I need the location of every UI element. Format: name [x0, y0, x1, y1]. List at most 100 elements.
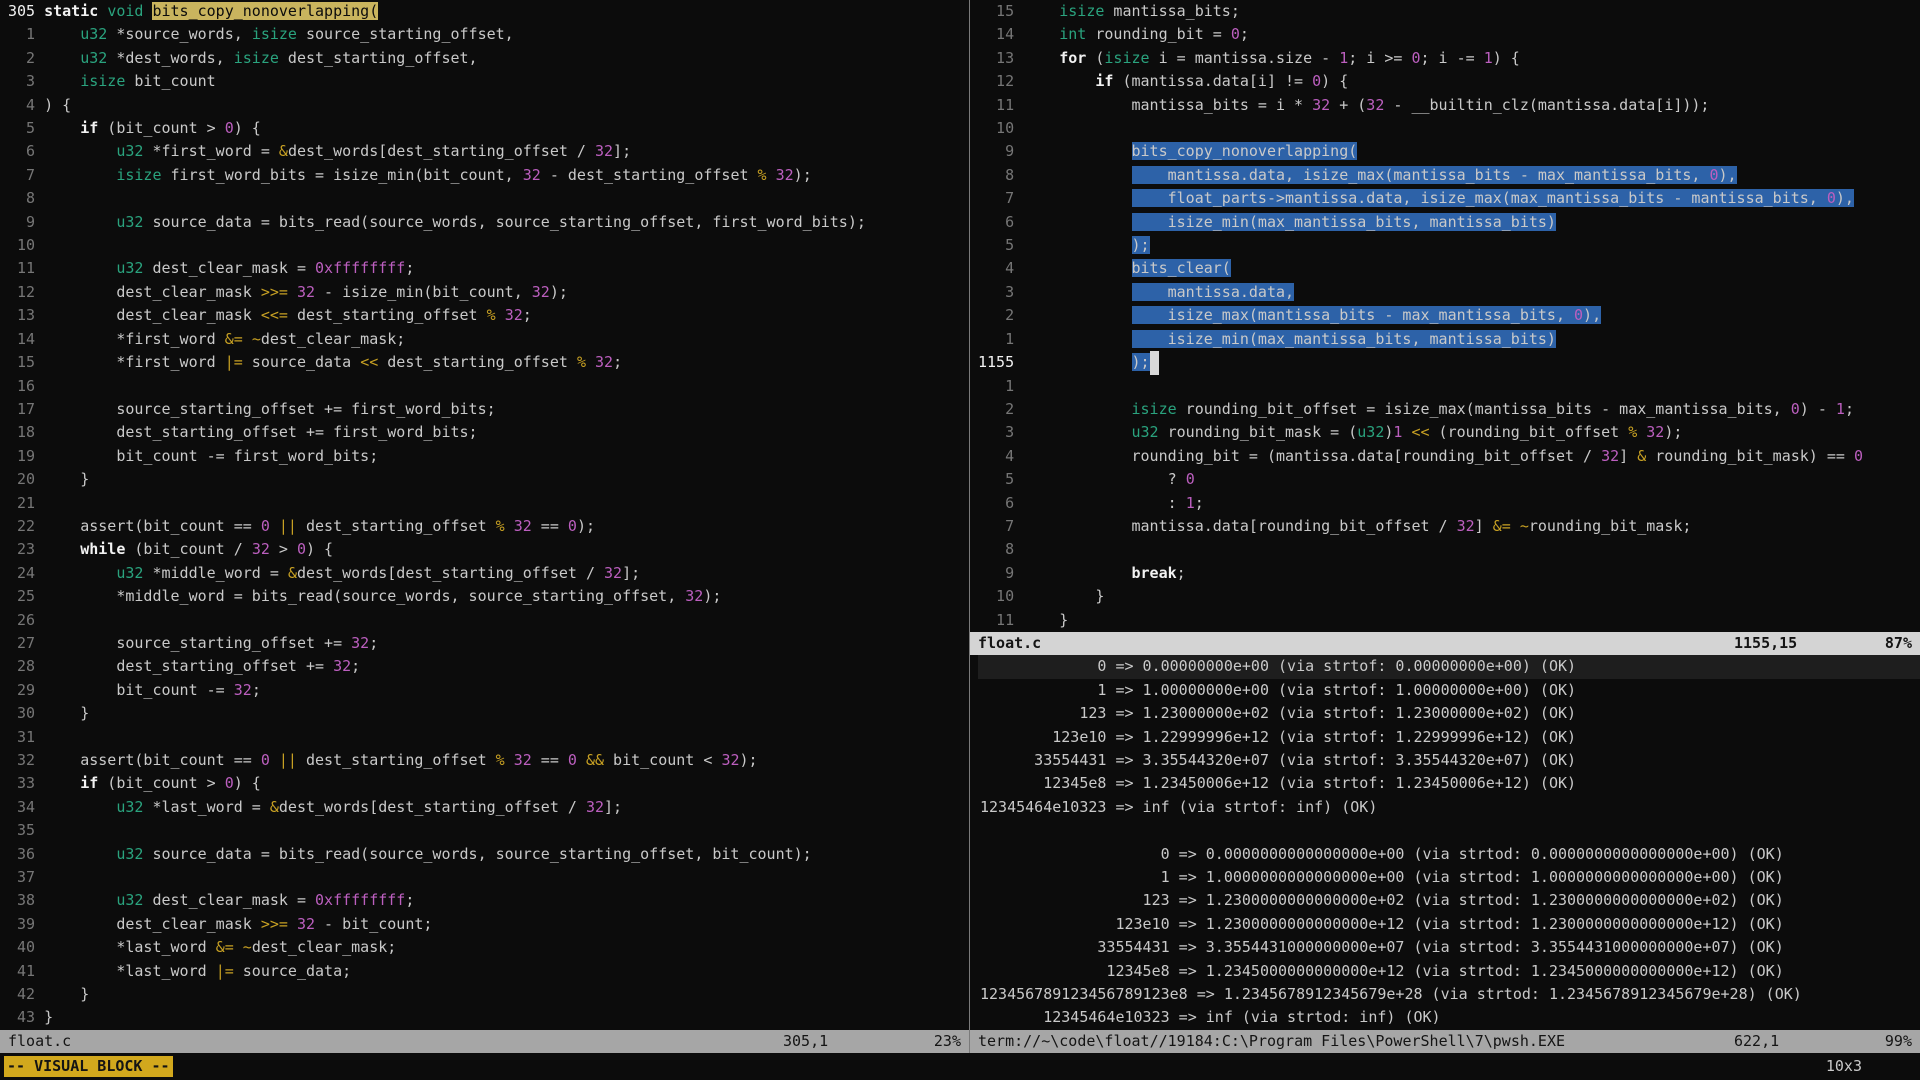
code-line[interactable]: 24 u32 *middle_word = &dest_words[dest_s…: [8, 562, 969, 585]
line-number: 38: [8, 889, 35, 912]
terminal-line[interactable]: 12345464e10323 => inf (via strtod: inf) …: [978, 1006, 1920, 1029]
code-line[interactable]: 8: [978, 538, 1920, 561]
terminal-window[interactable]: 0 => 0.00000000e+00 (via strtof: 0.00000…: [970, 655, 1920, 1030]
code-line[interactable]: 9 bits_copy_nonoverlapping(: [978, 140, 1920, 163]
code-line[interactable]: 1 isize_min(max_mantissa_bits, mantissa_…: [978, 328, 1920, 351]
code-line[interactable]: 10 }: [978, 585, 1920, 608]
code-line[interactable]: 6 isize_min(max_mantissa_bits, mantissa_…: [978, 211, 1920, 234]
code-line[interactable]: 14 int rounding_bit = 0;: [978, 23, 1920, 46]
code-line[interactable]: 5 if (bit_count > 0) {: [8, 117, 969, 140]
code-line[interactable]: 12 dest_clear_mask >>= 32 - isize_min(bi…: [8, 281, 969, 304]
code-line[interactable]: 20 }: [8, 468, 969, 491]
code-line[interactable]: 23 while (bit_count / 32 > 0) {: [8, 538, 969, 561]
code-line[interactable]: 10: [978, 117, 1920, 140]
code-line[interactable]: 13 dest_clear_mask <<= dest_starting_off…: [8, 304, 969, 327]
line-number: 24: [8, 562, 35, 585]
code-line[interactable]: 39 dest_clear_mask >>= 32 - bit_count;: [8, 913, 969, 936]
code-line[interactable]: 3 isize bit_count: [8, 70, 969, 93]
code-line[interactable]: 34 u32 *last_word = &dest_words[dest_sta…: [8, 796, 969, 819]
statusline-right[interactable]: float.c 1155,15 87%: [970, 632, 1920, 655]
code-line[interactable]: 30 }: [8, 702, 969, 725]
code-line[interactable]: 9 u32 source_data = bits_read(source_wor…: [8, 211, 969, 234]
code-line[interactable]: 19 bit_count -= first_word_bits;: [8, 445, 969, 468]
terminal-line[interactable]: 12345464e10323 => inf (via strtof: inf) …: [978, 796, 1920, 819]
code-line[interactable]: 2 isize_max(mantissa_bits - max_mantissa…: [978, 304, 1920, 327]
code-line[interactable]: 4) {: [8, 94, 969, 117]
terminal-line[interactable]: 12345e8 => 1.2345000000000000e+12 (via s…: [978, 960, 1920, 983]
code-line[interactable]: 29 bit_count -= 32;: [8, 679, 969, 702]
code-line[interactable]: 11 mantissa_bits = i * 32 + (32 - __buil…: [978, 94, 1920, 117]
code-line[interactable]: 36 u32 source_data = bits_read(source_wo…: [8, 843, 969, 866]
statusline-left[interactable]: float.c 305,1 23%: [0, 1030, 969, 1053]
code-line[interactable]: 18 dest_starting_offset += first_word_bi…: [8, 421, 969, 444]
terminal-line[interactable]: 33554431 => 3.3554431000000000e+07 (via …: [978, 936, 1920, 959]
code-line[interactable]: 31: [8, 726, 969, 749]
code-line[interactable]: 2 u32 *dest_words, isize dest_starting_o…: [8, 47, 969, 70]
code-line[interactable]: 35: [8, 819, 969, 842]
code-line[interactable]: 1155 );: [978, 351, 1920, 374]
terminal-line[interactable]: 12345e8 => 1.23450006e+12 (via strtof: 1…: [978, 772, 1920, 795]
code-line[interactable]: 5 );: [978, 234, 1920, 257]
code-line[interactable]: 3 u32 rounding_bit_mask = (u32)1 << (rou…: [978, 421, 1920, 444]
code-line[interactable]: 42 }: [8, 983, 969, 1006]
code-window-right[interactable]: 15 isize mantissa_bits;14 int rounding_b…: [970, 0, 1920, 632]
terminal-line[interactable]: [978, 819, 1920, 842]
code-line[interactable]: 26: [8, 609, 969, 632]
code-line[interactable]: 17 source_starting_offset += first_word_…: [8, 398, 969, 421]
terminal-line[interactable]: 123e10 => 1.22999996e+12 (via strtof: 1.…: [978, 726, 1920, 749]
code-line[interactable]: 1: [978, 375, 1920, 398]
code-line[interactable]: 3 mantissa.data,: [978, 281, 1920, 304]
code-line[interactable]: 14 *first_word &= ~dest_clear_mask;: [8, 328, 969, 351]
code-line[interactable]: 28 dest_starting_offset += 32;: [8, 655, 969, 678]
terminal-line[interactable]: 123456789123456789123e8 => 1.23456789123…: [978, 983, 1920, 1006]
code-window-left[interactable]: 305static void bits_copy_nonoverlapping(…: [0, 0, 969, 1030]
terminal-line[interactable]: 0 => 0.0000000000000000e+00 (via strtod:…: [978, 843, 1920, 866]
line-number: 1155: [978, 351, 1014, 374]
code-line[interactable]: 12 if (mantissa.data[i] != 0) {: [978, 70, 1920, 93]
line-number: 34: [8, 796, 35, 819]
terminal-line[interactable]: 0 => 0.00000000e+00 (via strtof: 0.00000…: [978, 655, 1920, 678]
code-line[interactable]: 10: [8, 234, 969, 257]
code-line[interactable]: 4 bits_clear(: [978, 257, 1920, 280]
terminal-line[interactable]: 33554431 => 3.35544320e+07 (via strtof: …: [978, 749, 1920, 772]
code-line[interactable]: 32 assert(bit_count == 0 || dest_startin…: [8, 749, 969, 772]
code-line[interactable]: 40 *last_word &= ~dest_clear_mask;: [8, 936, 969, 959]
code-line[interactable]: 22 assert(bit_count == 0 || dest_startin…: [8, 515, 969, 538]
code-line[interactable]: 1 u32 *source_words, isize source_starti…: [8, 23, 969, 46]
code-line[interactable]: 7 isize first_word_bits = isize_min(bit_…: [8, 164, 969, 187]
terminal-line[interactable]: 1 => 1.00000000e+00 (via strtof: 1.00000…: [978, 679, 1920, 702]
code-line[interactable]: 8 mantissa.data, isize_max(mantissa_bits…: [978, 164, 1920, 187]
code-line[interactable]: 6 u32 *first_word = &dest_words[dest_sta…: [8, 140, 969, 163]
code-line[interactable]: 13 for (isize i = mantissa.size - 1; i >…: [978, 47, 1920, 70]
terminal-line[interactable]: 123 => 1.23000000e+02 (via strtof: 1.230…: [978, 702, 1920, 725]
code-line[interactable]: 8: [8, 187, 969, 210]
statusline-terminal[interactable]: term://~\code\float//19184:C:\Program Fi…: [970, 1030, 1920, 1053]
code-line[interactable]: 15 *first_word |= source_data << dest_st…: [8, 351, 969, 374]
code-line[interactable]: 9 break;: [978, 562, 1920, 585]
code-line[interactable]: 5 ? 0: [978, 468, 1920, 491]
code-line[interactable]: 37: [8, 866, 969, 889]
code-line[interactable]: 4 rounding_bit = (mantissa.data[rounding…: [978, 445, 1920, 468]
code-line[interactable]: 16: [8, 375, 969, 398]
code-line[interactable]: 27 source_starting_offset += 32;: [8, 632, 969, 655]
code-line[interactable]: 11 u32 dest_clear_mask = 0xffffffff;: [8, 257, 969, 280]
code-line[interactable]: 33 if (bit_count > 0) {: [8, 772, 969, 795]
line-number: 27: [8, 632, 35, 655]
code-line[interactable]: 11 }: [978, 609, 1920, 632]
terminal-line[interactable]: 1 => 1.0000000000000000e+00 (via strtod:…: [978, 866, 1920, 889]
code-line[interactable]: 7 mantissa.data[rounding_bit_offset / 32…: [978, 515, 1920, 538]
code-line[interactable]: 25 *middle_word = bits_read(source_words…: [8, 585, 969, 608]
code-line[interactable]: 6 : 1;: [978, 492, 1920, 515]
code-line[interactable]: 43}: [8, 1006, 969, 1029]
code-line[interactable]: 305static void bits_copy_nonoverlapping(: [8, 0, 969, 23]
terminal-line[interactable]: 123e10 => 1.2300000000000000e+12 (via st…: [978, 913, 1920, 936]
code-line[interactable]: 38 u32 dest_clear_mask = 0xffffffff;: [8, 889, 969, 912]
line-number: 3: [978, 421, 1014, 444]
code-line[interactable]: 2 isize rounding_bit_offset = isize_max(…: [978, 398, 1920, 421]
code-line[interactable]: 21: [8, 492, 969, 515]
code-line[interactable]: 41 *last_word |= source_data;: [8, 960, 969, 983]
line-number: 17: [8, 398, 35, 421]
code-line[interactable]: 7 float_parts->mantissa.data, isize_max(…: [978, 187, 1920, 210]
terminal-line[interactable]: 123 => 1.2300000000000000e+02 (via strto…: [978, 889, 1920, 912]
code-line[interactable]: 15 isize mantissa_bits;: [978, 0, 1920, 23]
